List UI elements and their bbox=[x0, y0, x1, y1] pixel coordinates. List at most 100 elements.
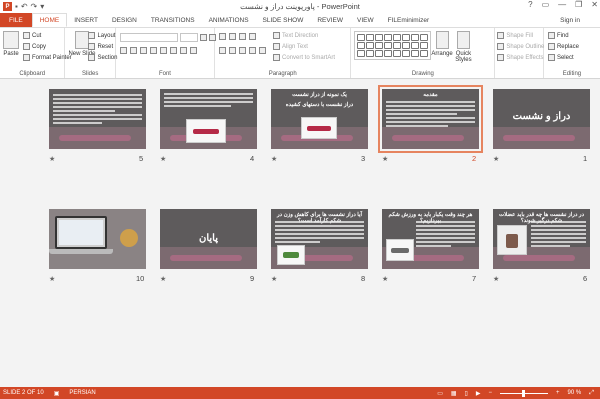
justify-icon[interactable] bbox=[249, 47, 256, 54]
align-text-button[interactable]: Align Text bbox=[273, 43, 335, 50]
align-center-icon[interactable] bbox=[229, 47, 236, 54]
shape-fill-button[interactable]: Shape Fill bbox=[497, 32, 544, 39]
shape-format-group: Shape Fill Shape Outline Shape Effects bbox=[495, 28, 544, 78]
arrange-button[interactable]: Arrange bbox=[431, 31, 453, 57]
tab-file[interactable]: FILE bbox=[0, 13, 32, 27]
slide-body-text bbox=[275, 221, 364, 245]
language-status[interactable]: PERSIAN bbox=[69, 390, 95, 396]
clipboard-group: Paste Cut Copy Format Painter Clipboard bbox=[0, 28, 72, 78]
slide-number: 10 bbox=[136, 274, 145, 283]
tab-design[interactable]: DESIGN bbox=[105, 13, 144, 27]
find-button[interactable]: Find bbox=[547, 32, 579, 39]
copy-button[interactable]: Copy bbox=[23, 43, 72, 50]
select-button[interactable]: Select bbox=[547, 54, 579, 61]
animation-star-icon: ★ bbox=[382, 276, 389, 283]
paste-button[interactable]: Paste bbox=[3, 31, 19, 57]
slide-number: 2 bbox=[472, 154, 477, 163]
font-name-box[interactable] bbox=[119, 33, 178, 42]
zoom-level[interactable]: 90 % bbox=[568, 390, 582, 396]
slide-thumbnail-2[interactable]: مقدمه bbox=[378, 85, 483, 153]
char-spacing-icon[interactable] bbox=[169, 47, 177, 54]
columns-icon[interactable] bbox=[259, 47, 266, 54]
reading-view-icon[interactable]: ▯ bbox=[465, 390, 468, 397]
close-icon[interactable]: ✕ bbox=[591, 0, 598, 9]
tab-slide-show[interactable]: SLIDE SHOW bbox=[256, 13, 311, 27]
change-case-icon[interactable] bbox=[179, 47, 187, 54]
shadow-icon[interactable] bbox=[159, 47, 167, 54]
italic-icon[interactable] bbox=[129, 47, 137, 54]
numbering-icon[interactable] bbox=[229, 33, 236, 40]
restore-icon[interactable]: ❐ bbox=[575, 0, 582, 9]
zoom-out-icon[interactable]: − bbox=[488, 390, 492, 396]
tab-insert[interactable]: INSERT bbox=[67, 13, 105, 27]
slide-thumbnail-9[interactable]: پایان bbox=[160, 209, 257, 269]
fit-slide-icon[interactable]: ⤢ bbox=[589, 390, 594, 397]
bold-icon[interactable] bbox=[119, 47, 127, 54]
format-painter-button[interactable]: Format Painter bbox=[23, 54, 72, 61]
mat-graphic bbox=[392, 135, 464, 141]
tab-fileminimizer[interactable]: FILEminimizer bbox=[381, 13, 437, 27]
replace-icon bbox=[547, 43, 555, 50]
find-label: Find bbox=[556, 32, 569, 39]
ribbon-display-icon[interactable]: ▭ bbox=[542, 0, 550, 9]
normal-view-icon[interactable]: ▭ bbox=[437, 390, 443, 397]
mat-graphic bbox=[503, 135, 575, 141]
slide-thumbnail-6[interactable]: در دراز نشست ها چه قدر باید عضلات شکم در… bbox=[493, 209, 590, 269]
zoom-slider[interactable] bbox=[499, 389, 548, 397]
slide-sorter-view-icon[interactable]: ▦ bbox=[451, 390, 457, 397]
align-right-icon[interactable] bbox=[239, 47, 246, 54]
slide-thumbnail-7[interactable]: هر چند وقت یکبار باید به ورزش شکم بپرداز… bbox=[382, 209, 479, 269]
layout-button[interactable]: Layout bbox=[88, 32, 117, 39]
tab-review[interactable]: REVIEW bbox=[310, 13, 350, 27]
slide-thumbnail-4[interactable] bbox=[160, 89, 257, 149]
slide-thumbnail-10[interactable] bbox=[49, 209, 146, 269]
scissors-icon bbox=[23, 32, 30, 39]
underline-icon[interactable] bbox=[139, 47, 147, 54]
slide-thumbnail-3[interactable]: یک نمونه از دراز نشست دراز نشست با دستها… bbox=[271, 89, 368, 149]
replace-button[interactable]: Replace bbox=[547, 43, 579, 50]
shape-outline-label: Shape Outline bbox=[506, 43, 545, 50]
shape-effects-button[interactable]: Shape Effects bbox=[497, 54, 544, 61]
drawing-label: Drawing bbox=[411, 71, 434, 77]
tab-transitions[interactable]: TRANSITIONS bbox=[144, 13, 202, 27]
slideshow-icon[interactable]: ▶ bbox=[476, 390, 481, 397]
reset-button[interactable]: Reset bbox=[88, 43, 117, 50]
layout-icon bbox=[88, 32, 96, 39]
bullets-icon[interactable] bbox=[219, 33, 226, 40]
quick-styles-icon bbox=[456, 31, 470, 49]
slide-number: 8 bbox=[361, 274, 366, 283]
slide-title: پایان bbox=[198, 233, 218, 244]
shapes-gallery[interactable] bbox=[354, 31, 432, 60]
animation-star-icon: ★ bbox=[271, 276, 278, 283]
window-title: پاورپوینت دراز و نشست - PowerPoint bbox=[240, 2, 360, 11]
tab-animations[interactable]: ANIMATIONS bbox=[202, 13, 256, 27]
slide-thumbnail-5[interactable] bbox=[49, 89, 146, 149]
minimize-icon[interactable]: — bbox=[558, 0, 566, 9]
animation-star-icon: ★ bbox=[382, 156, 389, 163]
tab-home[interactable]: HOME bbox=[31, 13, 68, 27]
help-icon[interactable]: ? bbox=[528, 0, 532, 9]
zoom-in-icon[interactable]: + bbox=[556, 390, 560, 396]
sign-in-link[interactable]: Sign in bbox=[560, 13, 600, 27]
section-button[interactable]: Section bbox=[88, 54, 117, 61]
text-direction-button[interactable]: Text Direction bbox=[273, 32, 335, 39]
decrease-indent-icon[interactable] bbox=[239, 33, 246, 40]
shape-outline-button[interactable]: Shape Outline bbox=[497, 43, 544, 50]
cut-button[interactable]: Cut bbox=[23, 32, 72, 39]
slide-count-status: SLIDE 2 OF 10 bbox=[3, 390, 44, 396]
tab-view[interactable]: VIEW bbox=[350, 13, 381, 27]
cursor-icon bbox=[547, 54, 555, 61]
slide-thumbnail-1[interactable]: دراز و نشست bbox=[493, 89, 590, 149]
quick-styles-button[interactable]: Quick Styles bbox=[453, 31, 473, 63]
convert-smartart-label: Convert to SmartArt bbox=[282, 54, 336, 61]
drawing-group: Arrange Quick Styles Drawing bbox=[351, 28, 496, 78]
grow-font-icon[interactable] bbox=[199, 34, 207, 41]
proofing-icon[interactable]: ▣ bbox=[54, 390, 60, 397]
increase-indent-icon[interactable] bbox=[249, 33, 256, 40]
align-left-icon[interactable] bbox=[219, 47, 226, 54]
slide-thumbnail-8[interactable]: آیا دراز نشست ها برای کاهش وزن در شکم کا… bbox=[271, 209, 368, 269]
font-size-box[interactable] bbox=[179, 33, 198, 42]
convert-smartart-button[interactable]: Convert to SmartArt bbox=[273, 54, 335, 61]
strikethrough-icon[interactable] bbox=[149, 47, 157, 54]
font-color-icon[interactable] bbox=[189, 47, 197, 54]
